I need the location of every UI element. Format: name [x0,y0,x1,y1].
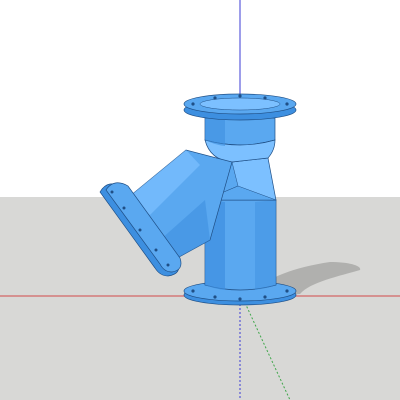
green-axis [239,291,291,400]
model-viewport[interactable] [0,0,400,400]
top-flange[interactable] [183,93,297,121]
scene-canvas[interactable] [0,0,400,400]
upper-neck[interactable] [204,117,276,163]
